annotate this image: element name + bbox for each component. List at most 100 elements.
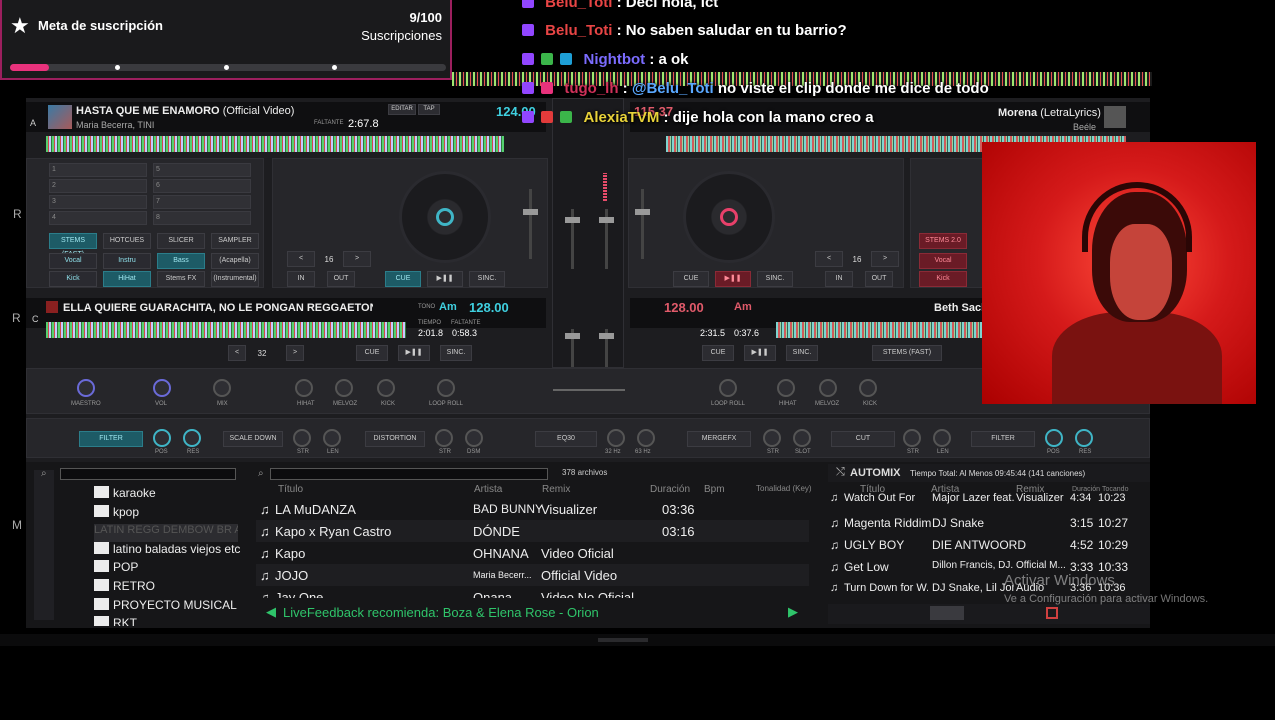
pad-instrumental[interactable]: (Instrumental)	[211, 271, 259, 287]
table-row[interactable]: ♫ Jay One Onana Video No Oficial	[256, 586, 809, 598]
str-knob[interactable]	[763, 429, 781, 447]
column-header-duration[interactable]: Duración	[650, 484, 690, 495]
crossfader[interactable]	[553, 389, 625, 391]
automix-row[interactable]: ♫ UGLY BOY DIE ANTWOORD 4:52 10:29	[828, 534, 1128, 556]
str-knob[interactable]	[435, 429, 453, 447]
deck-a-waveform[interactable]	[46, 136, 504, 152]
automix-toggle-button[interactable]	[930, 606, 964, 620]
table-row[interactable]: ♫ Kapo x Ryan Castro DÓNDE 03:16	[256, 520, 809, 542]
channel-d-volume-fader[interactable]	[599, 329, 614, 367]
folder-item[interactable]: RKT	[94, 616, 137, 626]
volume-knob[interactable]	[153, 379, 171, 397]
deck-d-play-button[interactable]: ▶❚❚	[744, 345, 776, 361]
filter-dropdown[interactable]: FILTER	[971, 431, 1035, 447]
eq-dropdown[interactable]: EQ30	[535, 431, 597, 447]
folder-item[interactable]: POP	[94, 560, 138, 578]
pad-acapella[interactable]: (Acapella)	[211, 253, 259, 269]
pad-stems-fx[interactable]: Stems FX	[157, 271, 205, 287]
column-header-bpm[interactable]: Bpm	[704, 484, 725, 495]
folder-search-input[interactable]	[60, 468, 236, 480]
stems-dropdown[interactable]: STEMS (FAST)	[872, 345, 942, 361]
seekbar-thumb[interactable]	[598, 638, 648, 642]
filter-dropdown[interactable]: FILTER	[79, 431, 143, 447]
slot-knob[interactable]	[793, 429, 811, 447]
tab-slicer[interactable]: SLICER	[157, 233, 205, 249]
folder-item[interactable]: latino baladas viejos etc	[94, 542, 240, 560]
loop-in-button[interactable]: IN	[825, 271, 853, 287]
tab-stems-fast[interactable]: STEMS (FAST)	[49, 233, 97, 258]
song-search-input[interactable]	[270, 468, 548, 480]
search-icon[interactable]: ⌕	[258, 468, 264, 479]
pad-vocal[interactable]: Vocal	[49, 253, 97, 269]
res-knob[interactable]	[1075, 429, 1093, 447]
deck-a-jog-wheel[interactable]	[399, 171, 491, 263]
pad-instru[interactable]: Instru	[103, 253, 151, 269]
len-knob[interactable]	[323, 429, 341, 447]
edit-button[interactable]: EDITAR	[388, 104, 416, 115]
pos-knob[interactable]	[153, 429, 171, 447]
loop-prev-button[interactable]: <	[228, 345, 246, 361]
pad-kick[interactable]: Kick	[919, 271, 967, 287]
mergefx-dropdown[interactable]: MERGEFX	[687, 431, 751, 447]
channel-a-volume-fader[interactable]	[565, 209, 580, 269]
str-knob[interactable]	[903, 429, 921, 447]
automix-row[interactable]: ♫ Magenta Riddim DJ Snake 3:15 10:27	[828, 512, 1128, 534]
folder-item[interactable]: karaoke	[94, 486, 156, 504]
res-knob[interactable]	[183, 429, 201, 447]
folder-item[interactable]: RETRO	[94, 579, 155, 597]
loop-prev-button[interactable]: <	[287, 251, 315, 267]
folder-item[interactable]: kpop	[94, 505, 139, 523]
livefeedback-bar[interactable]: ◀ LiveFeedback recomienda: Boza & Elena …	[254, 600, 806, 626]
table-row[interactable]: ♫ Kapo OHNANA Video Oficial	[256, 542, 809, 564]
fx-knob[interactable]	[777, 379, 795, 397]
fx-knob[interactable]	[859, 379, 877, 397]
len-knob[interactable]	[933, 429, 951, 447]
channel-c-volume-fader[interactable]	[565, 329, 580, 367]
fx-knob[interactable]	[819, 379, 837, 397]
deck-c-sync-button[interactable]: SINC.	[440, 345, 472, 361]
automix-row[interactable]: ♫Watch Out For Th... Major Lazer feat...…	[828, 492, 1128, 506]
deck-c-waveform[interactable]	[46, 322, 406, 338]
pos-knob[interactable]	[1045, 429, 1063, 447]
loop-in-button[interactable]: IN	[287, 271, 315, 287]
tab-sampler[interactable]: SAMPLER	[211, 233, 259, 249]
record-icon[interactable]	[1046, 607, 1058, 619]
scale-down-dropdown[interactable]: SCALE DOWN	[223, 431, 283, 447]
fx-knob[interactable]	[719, 379, 737, 397]
eq-32hz-knob[interactable]	[607, 429, 625, 447]
deck-a-sync-button[interactable]: SINC.	[469, 271, 505, 287]
deck-a-pitch-fader[interactable]	[523, 189, 538, 259]
deck-b-jog-wheel[interactable]	[683, 171, 775, 263]
pad-kick[interactable]: Kick	[49, 271, 97, 287]
cut-dropdown[interactable]: CUT	[831, 431, 895, 447]
deck-b-pitch-fader[interactable]	[635, 189, 650, 259]
table-row[interactable]: ♫ JOJO Maria Becerr... Official Video	[256, 564, 809, 586]
loop-next-button[interactable]: >	[286, 345, 304, 361]
deck-c-cue-button[interactable]: CUE	[356, 345, 388, 361]
master-knob[interactable]	[77, 379, 95, 397]
loop-next-button[interactable]: >	[343, 251, 371, 267]
deck-a-cue-button[interactable]: CUE	[385, 271, 421, 287]
column-header-remix[interactable]: Remix	[542, 484, 570, 495]
player-seekbar[interactable]	[0, 634, 1275, 646]
mix-knob[interactable]	[213, 379, 231, 397]
folder-item-selected[interactable]: LATIN REGG DEMBOW BR AF	[94, 524, 238, 542]
eq-63hz-knob[interactable]	[637, 429, 655, 447]
loop-out-button[interactable]: OUT	[865, 271, 893, 287]
folder-item[interactable]: PROYECTO MUSICAL	[94, 598, 237, 616]
deck-a-play-button[interactable]: ▶❚❚	[427, 271, 463, 287]
tab-hotcues[interactable]: HOTCUES	[103, 233, 151, 249]
search-icon[interactable]: ⌕	[41, 468, 47, 479]
distortion-dropdown[interactable]: DISTORTION	[365, 431, 425, 447]
channel-b-volume-fader[interactable]	[599, 209, 614, 269]
table-row[interactable]: ♫ LA MuDANZA BAD BUNNY Visualizer 03:36	[256, 498, 809, 520]
str-knob[interactable]	[293, 429, 311, 447]
deck-b-sync-button[interactable]: SINC.	[757, 271, 793, 287]
deck-b-play-button[interactable]: ▶❚❚	[715, 271, 751, 287]
deck-d-cue-button[interactable]: CUE	[702, 345, 734, 361]
loop-out-button[interactable]: OUT	[327, 271, 355, 287]
pad-bass[interactable]: Bass	[157, 253, 205, 269]
tap-button[interactable]: TAP	[418, 104, 440, 115]
deck-b-cue-button[interactable]: CUE	[673, 271, 709, 287]
column-header-artist[interactable]: Artista	[474, 484, 502, 495]
